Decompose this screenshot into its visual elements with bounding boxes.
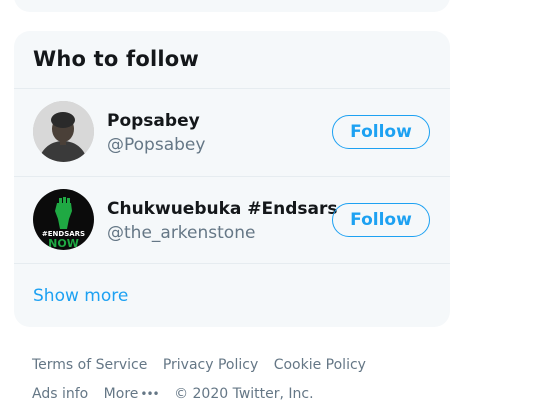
user-name[interactable]: Popsabey <box>107 111 200 131</box>
footer-line-2: Ads info More ••• © 2020 Twitter, Inc. <box>32 380 452 409</box>
terms-of-service-link[interactable]: Terms of Service <box>32 357 147 373</box>
footer: Terms of Service Privacy Policy Cookie P… <box>32 351 452 409</box>
follow-suggestion-the-arkenstone[interactable]: #ENDSARS NOW Chukwuebuka #Endsars @the_a… <box>14 176 450 264</box>
follow-button[interactable]: Follow <box>332 115 430 149</box>
more-label: More <box>103 386 139 402</box>
avatar[interactable]: #ENDSARS NOW <box>33 189 94 250</box>
ellipsis-icon: ••• <box>140 387 159 401</box>
avatar-endsars-graphic: #ENDSARS NOW <box>33 189 94 250</box>
previous-card <box>14 0 450 12</box>
ads-info-link[interactable]: Ads info <box>32 386 88 402</box>
cookie-policy-link[interactable]: Cookie Policy <box>274 357 366 373</box>
avatar[interactable] <box>33 101 94 162</box>
show-more-link[interactable]: Show more <box>33 286 128 306</box>
copyright: © 2020 Twitter, Inc. <box>174 386 314 402</box>
more-menu[interactable]: More ••• <box>103 386 160 402</box>
privacy-policy-link[interactable]: Privacy Policy <box>163 357 258 373</box>
card-title: Who to follow <box>33 47 200 71</box>
who-to-follow-card: Who to follow Popsabey @Popsabey Follow <box>14 31 450 327</box>
user-handle: @Popsabey <box>107 135 206 155</box>
follow-button[interactable]: Follow <box>332 203 430 237</box>
avatar-text-now: NOW <box>48 237 79 250</box>
follow-suggestion-popsabey[interactable]: Popsabey @Popsabey Follow <box>14 88 450 176</box>
user-name[interactable]: Chukwuebuka #Endsars <box>107 199 338 219</box>
user-handle: @the_arkenstone <box>107 223 256 243</box>
avatar-photo <box>33 101 94 162</box>
footer-line-1: Terms of Service Privacy Policy Cookie P… <box>32 351 452 380</box>
show-more-row[interactable]: Show more <box>14 263 450 327</box>
